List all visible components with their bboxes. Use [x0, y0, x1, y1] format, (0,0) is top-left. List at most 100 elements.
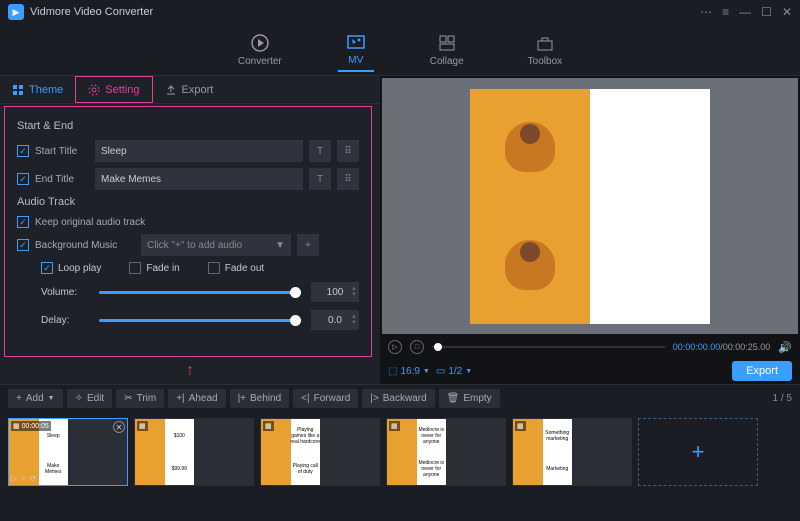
converter-icon [250, 33, 270, 53]
thumb-img-icon: ▦ [137, 421, 148, 431]
export-button[interactable]: Export [732, 361, 792, 381]
fadeout-label: Fade out [225, 263, 264, 274]
thumb-img-icon: ▦ [263, 421, 274, 431]
more-icon[interactable]: ⋯ [700, 5, 712, 19]
mv-icon [346, 32, 366, 52]
end-title-label: End Title [35, 174, 89, 185]
nav-toolbox[interactable]: Toolbox [520, 29, 570, 71]
nav-converter[interactable]: Converter [230, 29, 290, 71]
grid-button[interactable]: ⠿ [337, 140, 359, 162]
behind-icon: |+ [238, 393, 246, 404]
backward-button[interactable]: |>Backward [362, 389, 434, 408]
timeline-thumb[interactable]: ▦ Mediocre is never for anyoneMediocre i… [386, 418, 506, 486]
menu-icon[interactable]: ≡ [722, 5, 729, 19]
app-title: Vidmore Video Converter [30, 6, 153, 18]
start-title-input[interactable] [95, 140, 303, 162]
volume-icon[interactable]: 🔊 [778, 341, 792, 354]
callout-arrow-icon: ↑ [186, 362, 194, 380]
thumb-remove-button[interactable]: ✕ [113, 421, 125, 433]
end-title-input[interactable] [95, 168, 303, 190]
tab-theme[interactable]: Theme [0, 76, 75, 103]
keep-audio-checkbox[interactable] [17, 216, 29, 228]
stop-button[interactable]: □ [410, 340, 424, 354]
nav-label: Converter [238, 56, 282, 67]
add-audio-button[interactable]: + [297, 234, 319, 256]
main-nav: Converter MV Collage Toolbox [0, 24, 800, 76]
tab-label: Export [182, 84, 214, 96]
timecode: 00:00:00.00/00:00:25.00 [673, 342, 771, 352]
theme-icon [12, 84, 24, 96]
volume-slider[interactable] [99, 291, 301, 294]
add-button[interactable]: +Add▼ [8, 389, 63, 408]
nav-label: Toolbox [528, 56, 562, 67]
play-icon[interactable]: ▷ [11, 474, 17, 483]
nav-collage[interactable]: Collage [422, 29, 472, 71]
tab-setting[interactable]: Setting [75, 76, 152, 103]
dropdown-placeholder: Click "+" to add audio [147, 240, 242, 251]
keep-audio-label: Keep original audio track [35, 217, 145, 228]
loop-icon[interactable]: ⟳ [30, 474, 37, 483]
progress-bar[interactable] [432, 346, 665, 348]
start-title-checkbox[interactable] [17, 145, 29, 157]
loop-label: Loop play [58, 263, 101, 274]
thumb-duration: ▦ 00:00:05 [11, 421, 51, 431]
behind-button[interactable]: |+Behind [230, 389, 290, 408]
fadein-checkbox[interactable] [129, 262, 141, 274]
volume-value[interactable]: 100▲▼ [311, 282, 359, 302]
trash-icon: 🗑 [447, 393, 460, 404]
delay-label: Delay: [41, 315, 89, 326]
app-logo: ▶ [8, 4, 24, 20]
empty-button[interactable]: 🗑Empty [439, 389, 500, 408]
tab-export[interactable]: Export [153, 76, 226, 103]
bg-music-dropdown[interactable]: Click "+" to add audio ▼ [141, 234, 291, 256]
page-indicator: 1 / 5 [773, 393, 792, 404]
forward-icon: <| [301, 393, 309, 404]
fadein-label: Fade in [146, 263, 179, 274]
timeline-thumb[interactable]: ▦ Playing games like a real hardcorePlay… [260, 418, 380, 486]
tab-label: Setting [105, 84, 139, 96]
end-title-checkbox[interactable] [17, 173, 29, 185]
ahead-icon: +| [176, 393, 184, 404]
edit-icon: ✧ [75, 393, 83, 404]
display-mode-button[interactable]: ▭1/2▼ [436, 366, 472, 377]
start-title-label: Start Title [35, 146, 89, 157]
delay-value[interactable]: 0.0▲▼ [311, 310, 359, 330]
close-icon[interactable]: ✕ [782, 5, 792, 19]
timeline-thumb[interactable]: ▦ $100$99.99 [134, 418, 254, 486]
minimize-icon[interactable]: — [739, 5, 751, 19]
grid-button[interactable]: ⠿ [337, 168, 359, 190]
fadeout-checkbox[interactable] [208, 262, 220, 274]
text-style-button[interactable]: T [309, 140, 331, 162]
nav-label: MV [348, 55, 363, 66]
aspect-ratio-button[interactable]: ⬚16:9▼ [388, 366, 430, 377]
collage-icon [437, 33, 457, 53]
nav-mv[interactable]: MV [338, 28, 374, 72]
bg-music-checkbox[interactable] [17, 239, 29, 251]
edit-button[interactable]: ✧Edit [67, 389, 113, 408]
loop-checkbox[interactable] [41, 262, 53, 274]
backward-icon: |> [370, 393, 378, 404]
audio-heading: Audio Track [17, 196, 359, 208]
play-button[interactable]: ▷ [388, 340, 402, 354]
thumb-img-icon: ▦ [515, 421, 526, 431]
plus-icon: + [16, 393, 22, 404]
setting-panel: Start & End Start Title T ⠿ End Title T … [4, 106, 372, 357]
edit-icon[interactable]: ✧ [20, 474, 27, 483]
thumb-img-icon: ▦ [389, 421, 400, 431]
maximize-icon[interactable]: ☐ [761, 5, 772, 19]
chevron-down-icon: ▼ [275, 240, 285, 251]
nav-label: Collage [430, 56, 464, 67]
preview-area [382, 78, 798, 334]
delay-slider[interactable] [99, 319, 301, 322]
volume-label: Volume: [41, 287, 89, 298]
timeline-thumb[interactable]: ▦ Something marketingMarketing [512, 418, 632, 486]
forward-button[interactable]: <|Forward [293, 389, 358, 408]
add-thumb-button[interactable]: + [638, 418, 758, 486]
timeline-thumb[interactable]: ▦ 00:00:05 ✕ SleepMake Memes ▷✧⟳ [8, 418, 128, 486]
text-style-button[interactable]: T [309, 168, 331, 190]
toolbox-icon [535, 33, 555, 53]
ahead-button[interactable]: +|Ahead [168, 389, 225, 408]
scissors-icon: ✂ [124, 393, 132, 404]
tab-label: Theme [29, 84, 63, 96]
trim-button[interactable]: ✂Trim [116, 389, 164, 408]
